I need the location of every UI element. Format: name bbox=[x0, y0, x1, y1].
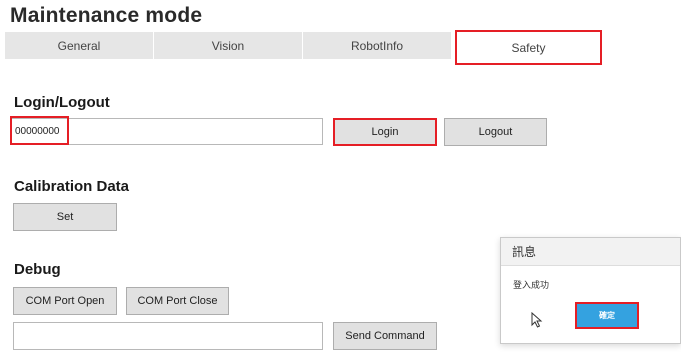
logout-button[interactable]: Logout bbox=[444, 118, 547, 146]
calibration-section-heading: Calibration Data bbox=[14, 178, 130, 195]
tab-vision[interactable]: Vision bbox=[154, 32, 303, 59]
login-button[interactable]: Login bbox=[333, 118, 437, 146]
tab-robotinfo[interactable]: RobotInfo bbox=[303, 32, 452, 59]
command-input[interactable] bbox=[13, 322, 323, 350]
dialog-ok-button[interactable]: 確定 bbox=[575, 302, 639, 329]
tab-general[interactable]: General bbox=[5, 32, 154, 59]
send-command-button[interactable]: Send Command bbox=[333, 322, 437, 350]
dialog-title: 訊息 bbox=[501, 238, 680, 266]
calibration-set-button[interactable]: Set bbox=[13, 203, 117, 231]
mouse-pointer-icon bbox=[531, 312, 543, 328]
page-title: Maintenance mode bbox=[10, 4, 203, 27]
message-dialog: 訊息 登入成功 確定 bbox=[500, 237, 681, 344]
password-highlight-box bbox=[10, 116, 69, 145]
debug-section-heading: Debug bbox=[14, 261, 61, 278]
tab-bar: General Vision RobotInfo Safety bbox=[5, 30, 603, 67]
com-port-close-button[interactable]: COM Port Close bbox=[126, 287, 229, 315]
tab-safety[interactable]: Safety bbox=[455, 30, 602, 65]
dialog-message: 登入成功 bbox=[513, 280, 550, 290]
com-port-open-button[interactable]: COM Port Open bbox=[13, 287, 117, 315]
login-section-heading: Login/Logout bbox=[14, 94, 110, 111]
